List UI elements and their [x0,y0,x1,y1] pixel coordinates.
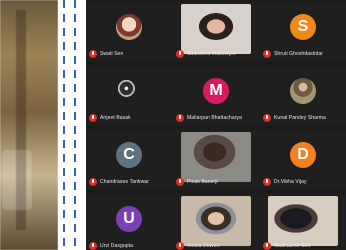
mic-muted-icon [263,114,271,122]
avatar: D [290,142,316,168]
participant-name: Madhusree Sen [274,243,311,249]
avatar: U [116,206,142,232]
video-feed [181,132,251,182]
avatar: C [116,142,142,168]
avatar-letter: D [297,146,309,163]
name-row: Madhusree Sen [263,241,311,250]
avatar: S [290,14,316,40]
participant-tile[interactable]: S Shruti Ghoshdastidar [260,2,346,62]
name-row: Dr.Vibha Vijay [263,177,307,187]
shared-photo-panel [0,0,58,250]
dashed-divider [63,0,65,250]
avatar: M [203,78,229,104]
participant-tile[interactable]: U Urvi Dasgupta [86,194,172,250]
mic-muted-icon [263,178,271,186]
mic-muted-icon [89,114,97,122]
avatar [290,78,316,104]
avatar-letter: U [123,210,135,227]
avatar-letter: C [123,146,135,163]
participant-name: Swati Sen [100,51,124,57]
name-row: Mallarpan Bhattacharya [176,113,242,123]
participant-name: Arijeet Basak [100,115,131,121]
avatar-letter: M [209,82,223,99]
participant-name: Kunal Pandey Sharma [274,115,326,121]
participant-tile[interactable]: Sudeshna Mukherjee [173,2,259,62]
mic-muted-icon [263,50,271,58]
video-feed [268,196,338,246]
name-row: Chandrasee Tankwar [89,177,149,187]
mic-muted-icon [263,242,271,250]
participant-tile[interactable]: Ankita Jhaveri [173,194,259,250]
mic-muted-icon [89,50,97,58]
name-row: Kunal Pandey Sharma [263,113,326,123]
video-feed [181,196,251,246]
participant-name: Shruti Ghoshdastidar [274,51,323,57]
name-row: Arijeet Basak [89,113,131,123]
mic-muted-icon [176,178,184,186]
participant-tile[interactable]: Swati Sen [86,2,172,62]
participant-tile[interactable]: Pinak Banerji [173,130,259,190]
participant-name: Urvi Dasgupta [100,243,133,249]
participant-name: Chandrasee Tankwar [100,179,149,185]
participant-grid: Swati Sen Sudeshna Mukherjee S Shruti Gh… [86,0,346,250]
dashed-divider [74,0,76,250]
participant-tile[interactable]: D Dr.Vibha Vijay [260,130,346,190]
participant-name: Dr.Vibha Vijay [274,179,307,185]
avatar-letter: S [297,18,309,35]
participant-tile[interactable]: M Mallarpan Bhattacharya [173,66,259,126]
name-row: Sudeshna Mukherjee [176,49,236,59]
mic-muted-icon [89,242,97,250]
mic-muted-icon [176,242,184,250]
participant-name: Pinak Banerji [187,179,218,185]
mic-muted-icon [89,178,97,186]
participant-tile[interactable]: C Chandrasee Tankwar [86,130,172,190]
participant-name: Mallarpan Bhattacharya [187,115,243,121]
name-row: Pinak Banerji [176,177,218,187]
participant-name: Ankita Jhaveri [187,243,220,249]
participant-tile[interactable]: Madhusree Sen [260,194,346,250]
name-row: Ankita Jhaveri [176,241,220,250]
mic-muted-icon [176,50,184,58]
avatar [116,14,142,40]
participant-tile[interactable]: Kunal Pandey Sharma [260,66,346,126]
name-row: Urvi Dasgupta [89,241,133,250]
avatar [116,78,142,104]
video-feed [181,4,251,54]
mic-muted-icon [176,114,184,122]
name-row: Shruti Ghoshdastidar [263,49,323,59]
photo-detail [2,150,32,210]
participant-tile[interactable]: Arijeet Basak [86,66,172,126]
participant-name: Sudeshna Mukherjee [187,51,237,57]
name-row: Swati Sen [89,49,123,59]
